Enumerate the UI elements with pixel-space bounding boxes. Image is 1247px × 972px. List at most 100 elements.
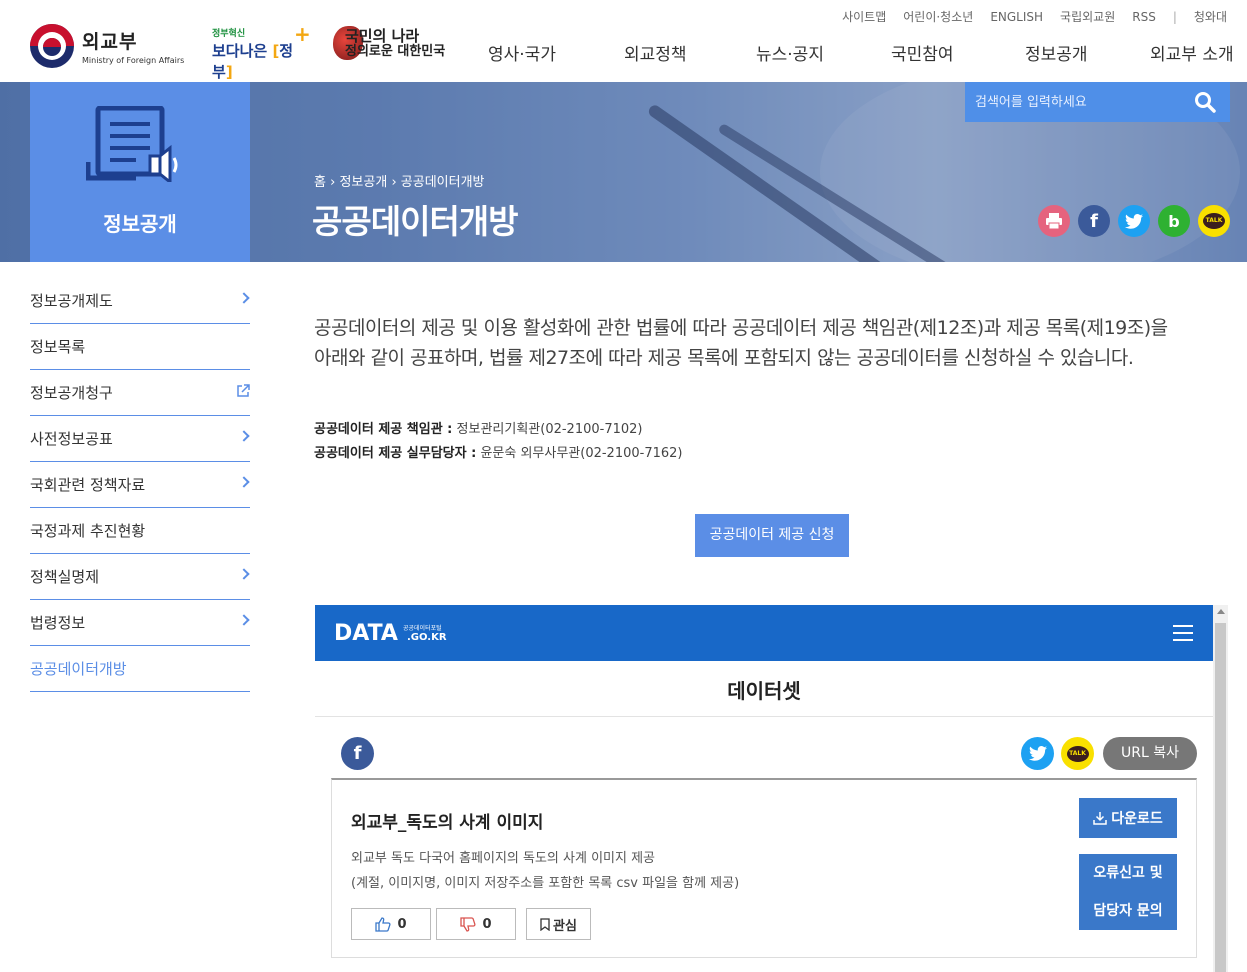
lnb-item-assembly-materials[interactable]: 국회관련 정책자료 [30, 462, 250, 508]
util-english-link[interactable]: ENGLISH [990, 10, 1043, 24]
error-report-button[interactable]: 오류신고 및 담당자 문의 [1079, 854, 1177, 930]
scroll-up-icon[interactable] [1217, 609, 1225, 614]
lnb-item-label: 국회관련 정책자료 [30, 476, 146, 494]
gnb-participation[interactable]: 국민참여 [891, 40, 954, 65]
lnb-item-policy-real-name[interactable]: 정책실명제 [30, 554, 250, 600]
twitter-icon[interactable] [1021, 737, 1054, 770]
lnb-item-disclosure-request[interactable]: 정보공개청구 [30, 370, 250, 416]
lnb-item-info-list[interactable]: 정보목록 [30, 324, 250, 370]
dataset-card: 외교부_독도의 사계 이미지 외교부 독도 다국어 홈페이지의 독도의 사계 이… [331, 778, 1197, 958]
intro-line-2: 아래와 같이 공표하며, 법률 제27조에 따라 제공 목록에 포함되지 않는 … [314, 347, 1134, 369]
apply-open-data-button[interactable]: 공공데이터 제공 신청 [695, 514, 849, 557]
dataset-section-title: 데이터셋 [727, 679, 801, 703]
breadcrumb-separator: › [391, 175, 397, 190]
interest-button[interactable]: 관심 [526, 908, 591, 940]
iframe-scrollbar[interactable] [1213, 605, 1228, 972]
gov-innovation-logo[interactable]: 정부혁신 보다나은 [정부] + [212, 22, 311, 81]
lnb-item-label: 정보공개제도 [30, 292, 113, 310]
lnb-item-pre-disclosure[interactable]: 사전정보공표 [30, 416, 250, 462]
gnb-disclosure[interactable]: 정보공개 [1025, 40, 1088, 65]
facebook-icon[interactable]: f [341, 737, 374, 770]
thumbs-up-icon [375, 916, 391, 932]
error-report-label-1: 오류신고 및 [1093, 865, 1163, 881]
gnb-about[interactable]: 외교부 소개 [1150, 40, 1234, 65]
search-input[interactable] [965, 82, 1185, 122]
portal-logo-domain: .GO.KR [407, 632, 447, 643]
util-rss-link[interactable]: RSS [1132, 10, 1156, 24]
scrollbar-thumb[interactable] [1215, 623, 1226, 972]
divider [315, 716, 1213, 717]
section-header-box: 정보공개 [30, 82, 250, 262]
breadcrumb-separator: › [330, 175, 336, 190]
portal-header: DATA 공공데이터포털 .GO.KR [315, 605, 1213, 661]
gnb-news[interactable]: 뉴스·공지 [756, 40, 824, 65]
breadcrumb-level1[interactable]: 정보공개 [339, 175, 387, 190]
utility-links: 사이트맵 어린이·청소년 ENGLISH 국립외교원 RSS | 청와대 [825, 8, 1227, 25]
lnb-item-label: 정보목록 [30, 338, 86, 356]
lnb-item-label: 사전정보공표 [30, 430, 113, 448]
kakaotalk-icon[interactable]: TALK [1061, 737, 1094, 770]
chevron-right-icon [238, 430, 250, 442]
lnb-item-law-info[interactable]: 법령정보 [30, 600, 250, 646]
like-count: 0 [397, 916, 407, 932]
breadcrumb-home[interactable]: 홈 [314, 175, 326, 190]
contact-staff: 공공데이터 제공 실무담당자 : 윤문숙 외무사무관(02-2100-7162) [314, 446, 683, 461]
mofa-logo[interactable]: 외교부 Ministry of Foreign Affairs [30, 24, 184, 68]
taegeuk-emblem-icon [30, 24, 74, 68]
download-icon [1093, 812, 1107, 825]
band-icon[interactable]: b [1158, 205, 1190, 237]
gov-logo-small: 정부혁신 [212, 29, 246, 39]
print-icon[interactable] [1038, 205, 1070, 237]
facebook-icon[interactable]: f [1078, 205, 1110, 237]
breadcrumb-level2[interactable]: 공공데이터개방 [401, 175, 485, 190]
contact-info: 공공데이터 제공 책임관 : 정보관리기획관(02-2100-7102) 공공데… [314, 418, 683, 466]
gnb-consular[interactable]: 영사·국가 [488, 40, 556, 65]
util-bluehouse-link[interactable]: 청와대 [1194, 8, 1227, 25]
kakaotalk-icon[interactable]: TALK [1198, 205, 1230, 237]
menu-icon[interactable] [1173, 625, 1193, 641]
gnb-policy[interactable]: 외교정책 [624, 40, 687, 65]
lnb-item-label: 법령정보 [30, 614, 86, 632]
logo-title: 외교부 [82, 31, 138, 53]
bookmark-icon [540, 917, 550, 931]
page-title: 공공데이터개방 [312, 202, 519, 241]
breadcrumb: 홈 › 정보공개 › 공공데이터개방 [314, 171, 485, 190]
url-copy-button[interactable]: URL 복사 [1103, 737, 1197, 770]
util-sitemap-link[interactable]: 사이트맵 [842, 8, 886, 25]
dislike-count: 0 [482, 916, 492, 932]
intro-line-1: 공공데이터의 제공 및 이용 활성화에 관한 법률에 따라 공공데이터 제공 책… [314, 317, 1168, 339]
lnb-item-label: 공공데이터개방 [30, 660, 127, 678]
dataset-title[interactable]: 외교부_독도의 사계 이미지 [351, 808, 543, 833]
plus-icon: + [294, 22, 311, 46]
lnb-item-label: 국정과제 추진현황 [30, 522, 146, 540]
section-title: 정보공개 [103, 212, 177, 236]
lnb-item-label: 정책실명제 [30, 568, 100, 586]
util-knda-link[interactable]: 국립외교원 [1060, 8, 1115, 25]
chevron-right-icon [238, 568, 250, 580]
lnb-item-open-data[interactable]: 공공데이터개방 [30, 646, 250, 692]
lnb-item-disclosure-system[interactable]: 정보공개제도 [30, 278, 250, 324]
error-report-label-2: 담당자 문의 [1093, 903, 1163, 919]
thumbs-down-icon [460, 916, 476, 932]
search-box[interactable] [965, 82, 1230, 122]
nation-slogan-logo[interactable]: 국민의 나라 정의로운 대한민국 [333, 24, 458, 66]
util-kids-link[interactable]: 어린이·청소년 [903, 8, 973, 25]
dislike-button[interactable]: 0 [436, 908, 516, 940]
like-button[interactable]: 0 [351, 908, 431, 940]
lnb-item-national-tasks[interactable]: 국정과제 추진현황 [30, 508, 250, 554]
twitter-icon[interactable] [1118, 205, 1150, 237]
download-button[interactable]: 다운로드 [1079, 798, 1177, 838]
logo-subtitle: Ministry of Foreign Affairs [82, 56, 185, 65]
dataset-description: 외교부 독도 다국어 홈페이지의 독도의 사계 이미지 제공 (계절, 이미지명… [351, 851, 740, 891]
site-header: 사이트맵 어린이·청소년 ENGLISH 국립외교원 RSS | 청와대 외교부… [0, 0, 1247, 82]
chevron-right-icon [238, 292, 250, 304]
document-speaker-icon [86, 106, 178, 182]
gov-logo-big: 보다나은 [정부] [212, 42, 294, 81]
chevron-right-icon [238, 476, 250, 488]
data-portal-iframe[interactable]: DATA 공공데이터포털 .GO.KR 데이터셋 f TALK URL 복사 외… [315, 605, 1228, 972]
contact-officer: 공공데이터 제공 책임관 : 정보관리기획관(02-2100-7102) [314, 422, 643, 437]
search-icon[interactable] [1194, 91, 1216, 113]
external-link-icon [237, 384, 250, 397]
chevron-right-icon [238, 614, 250, 626]
portal-logo[interactable]: DATA [334, 621, 398, 646]
